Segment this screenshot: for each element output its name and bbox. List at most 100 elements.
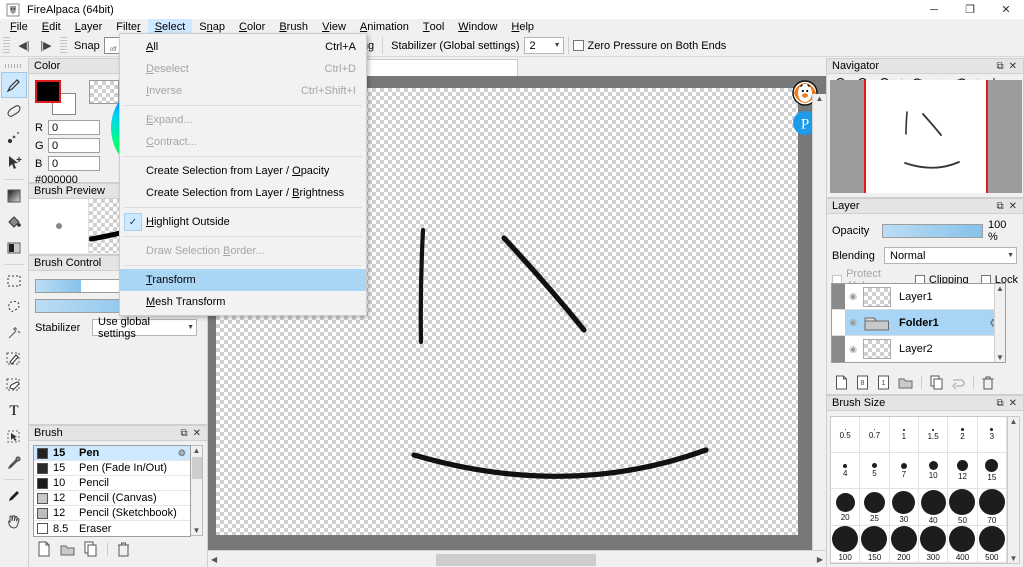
folder-icon[interactable] [60, 543, 75, 556]
layer-opacity-slider[interactable] [882, 224, 983, 238]
brush-size-cell[interactable]: 7 [890, 453, 919, 489]
scroll-down-icon[interactable]: ▼ [996, 353, 1004, 362]
menu-item-create-selection-opacity[interactable]: Create Selection from Layer / Opacity [120, 160, 366, 182]
brush-list-item[interactable]: 10 Pencil [34, 476, 190, 491]
next-frame-button[interactable]: |▶ [35, 36, 57, 55]
menu-window[interactable]: Window [451, 19, 504, 35]
float-icon[interactable]: ⧉ [996, 201, 1003, 212]
brush-size-cell[interactable]: 12 [948, 453, 977, 489]
scroll-up-icon[interactable]: ▲ [1010, 417, 1018, 426]
brush-size-cell[interactable]: 1.5 [919, 417, 948, 453]
menu-item-create-selection-brightness[interactable]: Create Selection from Layer / Brightness [120, 182, 366, 204]
close-button[interactable]: ✕ [988, 0, 1024, 19]
toolbar-grip-2[interactable] [60, 37, 67, 55]
stabilizer-select[interactable]: Use global settings ▼ [92, 319, 197, 336]
zero-pressure-checkbox[interactable] [573, 40, 584, 51]
brush-list-item[interactable]: 15 Pen (Fade In/Out) [34, 461, 190, 476]
magic-wand-tool[interactable] [1, 320, 27, 346]
eye-icon[interactable]: ◉ [845, 344, 861, 355]
navigator-preview[interactable] [830, 80, 1022, 193]
scroll-up-icon[interactable]: ▲ [193, 446, 201, 455]
toolcol-grip[interactable] [5, 64, 23, 68]
hand-tool[interactable] [1, 509, 27, 535]
lasso-select-tool[interactable] [1, 294, 27, 320]
stabilizer-select[interactable]: 2 ▼ [524, 37, 564, 54]
scroll-thumb[interactable] [436, 554, 596, 566]
new-1bit-layer-icon[interactable]: 1 [877, 375, 890, 390]
brush-size-cell[interactable]: 30 [890, 489, 919, 526]
eye-icon[interactable]: ◉ [845, 317, 861, 328]
b-input[interactable] [48, 156, 100, 171]
text-tool[interactable]: T [1, 398, 27, 424]
eye-icon[interactable]: ◉ [845, 291, 861, 302]
pen-tool[interactable] [1, 72, 27, 98]
select-eraser-tool[interactable] [1, 372, 27, 398]
brush-size-cell[interactable]: 300 [919, 526, 948, 563]
scroll-right-icon[interactable]: ▶ [817, 555, 823, 564]
menu-item-draw-selection-border[interactable]: Draw Selection Border... [120, 240, 366, 262]
operation-tool[interactable] [1, 424, 27, 450]
menu-item-mesh-transform[interactable]: Mesh Transform [120, 291, 366, 313]
brush-list-scrollbar[interactable]: ▲ ▼ [191, 445, 203, 536]
menu-item-all[interactable]: All Ctrl+A [120, 36, 366, 58]
menu-file[interactable]: FFileile [3, 19, 35, 35]
layer-list-item[interactable]: ◉ Layer1 [832, 284, 1005, 310]
move-tool[interactable] [1, 150, 27, 176]
prev-frame-button[interactable]: ◀| [13, 36, 35, 55]
blending-select[interactable]: Normal ▼ [884, 247, 1017, 264]
menu-tool[interactable]: Tool [416, 19, 451, 35]
blur-tool[interactable] [1, 124, 27, 150]
close-icon[interactable]: ✕ [1009, 201, 1017, 212]
close-icon[interactable]: ✕ [1009, 61, 1017, 72]
brush-size-cell[interactable]: 40 [919, 489, 948, 526]
scroll-thumb[interactable] [192, 457, 202, 479]
duplicate-icon[interactable] [84, 541, 98, 557]
menu-item-contract[interactable]: Contract... [120, 131, 366, 153]
layer-list-item[interactable]: ◉ Layer2 [832, 336, 1005, 362]
close-icon[interactable]: ✕ [1009, 398, 1017, 409]
brush-size-cell[interactable]: 70 [978, 489, 1007, 526]
brush-size-cell[interactable]: 0.7 [860, 417, 889, 453]
gear-icon[interactable]: ⚙ [178, 448, 190, 459]
brush-size-cell[interactable]: 25 [860, 489, 889, 526]
new-layer-icon[interactable] [835, 375, 848, 390]
eyedropper-tool[interactable] [1, 450, 27, 476]
brush-size-cell[interactable]: 3 [978, 417, 1007, 453]
brush-size-cell[interactable]: 15 [978, 453, 1007, 489]
menu-item-highlight-outside[interactable]: ✓ Highlight Outside [120, 211, 366, 233]
brush-list-item[interactable]: 8.5 Eraser [34, 521, 190, 536]
trash-icon[interactable] [117, 542, 130, 557]
canvas-vertical-scrollbar[interactable]: ▲ ▼ [812, 94, 826, 567]
new-8bit-layer-icon[interactable]: 8 [856, 375, 869, 390]
scroll-up-icon[interactable]: ▲ [996, 284, 1004, 293]
gradient-tool[interactable] [1, 183, 27, 209]
select-pen-tool[interactable] [1, 346, 27, 372]
brush-size-cell[interactable]: 500 [978, 526, 1007, 563]
new-folder-icon[interactable] [898, 376, 913, 389]
minimize-button[interactable]: ─ [916, 0, 952, 19]
bucket-fill-tool[interactable] [1, 209, 27, 235]
toolbar-grip[interactable] [3, 37, 10, 55]
brush-size-cell[interactable]: 150 [860, 526, 889, 563]
brush-size-cell[interactable]: 1 [890, 417, 919, 453]
scroll-down-icon[interactable]: ▼ [1010, 554, 1018, 563]
menu-help[interactable]: Help [504, 19, 541, 35]
foreground-color-swatch[interactable] [35, 80, 61, 103]
brush-list-item[interactable]: 15 Pen ⚙ [34, 446, 190, 461]
maximize-button[interactable]: ❐ [952, 0, 988, 19]
color-picker-tool[interactable] [1, 483, 27, 509]
g-input[interactable] [48, 138, 100, 153]
menu-edit[interactable]: Edit [35, 19, 68, 35]
eraser-tool[interactable] [1, 98, 27, 124]
brush-list-item[interactable]: 12 Pencil (Canvas) [34, 491, 190, 506]
brush-size-cell[interactable]: 0.5 [831, 417, 860, 453]
rect-select-tool[interactable] [1, 268, 27, 294]
brush-list-item[interactable]: 12 Pencil (Sketchbook) [34, 506, 190, 521]
menu-item-transform[interactable]: Transform [120, 269, 366, 291]
new-brush-icon[interactable] [37, 541, 51, 557]
float-icon[interactable]: ⧉ [996, 398, 1003, 409]
menu-item-deselect[interactable]: Deselect Ctrl+D [120, 58, 366, 80]
float-icon[interactable]: ⧉ [180, 428, 187, 439]
menu-layer[interactable]: Layer [68, 19, 110, 35]
brush-size-cell[interactable]: 2 [948, 417, 977, 453]
